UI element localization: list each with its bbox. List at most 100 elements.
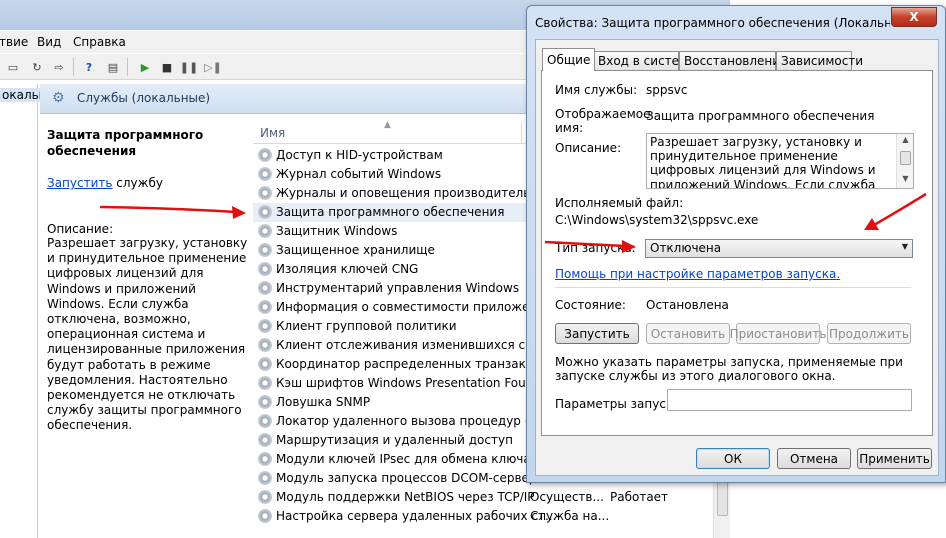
pause-icon[interactable]: ❚❚ bbox=[180, 58, 198, 76]
refresh-icon[interactable]: ↻ bbox=[28, 58, 46, 76]
service-gear-icon bbox=[258, 376, 272, 390]
service-state-value: Остановлена bbox=[646, 298, 729, 312]
service-gear-icon bbox=[258, 243, 272, 257]
service-name: Инструментарий управления Windows bbox=[276, 281, 520, 295]
start-service-line: Запустить службу bbox=[47, 176, 163, 190]
service-name: Клиент отслеживания изменившихся связей bbox=[276, 338, 562, 352]
service-name: Информация о совместимости приложен... bbox=[276, 300, 549, 314]
dialog-title: Свойства: Защита программного обеспечени… bbox=[535, 16, 890, 30]
service-gear-icon bbox=[258, 509, 272, 523]
service-gear-icon bbox=[258, 490, 272, 504]
startup-help-link[interactable]: Помощь при настройке параметров запуска. bbox=[555, 267, 840, 281]
start-parameters-hint: Можно указать параметры запуска, применя… bbox=[555, 355, 903, 383]
selected-service-title: Защита программного обеспечения bbox=[47, 128, 204, 158]
service-name: Доступ к HID-устройствам bbox=[276, 148, 443, 162]
service-row[interactable]: Модуль поддержки NetBIOS через TCP/IP Осу… bbox=[253, 488, 730, 507]
description-scrollbar[interactable]: ▲ ▼ bbox=[896, 134, 913, 188]
startup-type-label: Тип запуска: bbox=[555, 241, 636, 255]
tab-logon[interactable]: Вход в систему bbox=[593, 51, 695, 70]
service-gear-icon bbox=[258, 414, 272, 428]
display-name-label-2: имя: bbox=[555, 121, 584, 135]
service-name: Модуль запуска процессов DCOM-сервера bbox=[276, 471, 544, 485]
service-gear-icon bbox=[258, 300, 272, 314]
service-gear-icon bbox=[258, 167, 272, 181]
service-gear-icon bbox=[258, 148, 272, 162]
startup-type-value: Отключена bbox=[650, 241, 722, 255]
service-state-label: Состояние: bbox=[555, 298, 626, 312]
service-row[interactable]: Настройка сервера удаленных рабочих ст..… bbox=[253, 507, 730, 526]
export-icon[interactable]: ⇨ bbox=[50, 58, 68, 76]
tab-dependencies[interactable]: Зависимости bbox=[776, 51, 863, 70]
stop-button[interactable]: Остановить bbox=[646, 323, 730, 344]
start-service-link[interactable]: Запустить bbox=[47, 176, 112, 190]
column-header-name[interactable]: Имя bbox=[260, 126, 285, 140]
dialog-body: Общие Вход в систему Восстановление Зави… bbox=[535, 39, 939, 476]
service-gear-icon bbox=[258, 338, 272, 352]
apply-button[interactable]: Применить bbox=[857, 448, 932, 469]
console-tree: окальны bbox=[0, 84, 59, 538]
service-name: Защитник Windows bbox=[276, 224, 398, 238]
service-description: Осуществ... bbox=[530, 490, 604, 504]
service-name: Журналы и оповещения производительн... bbox=[276, 186, 550, 200]
service-name: Модуль поддержки NetBIOS через TCP/IP bbox=[276, 490, 535, 504]
help-icon[interactable]: ? bbox=[80, 58, 98, 76]
startup-type-select[interactable]: Отключена ▼ bbox=[645, 239, 913, 258]
tab-recovery[interactable]: Восстановление bbox=[679, 51, 787, 70]
start-service-suffix: службу bbox=[112, 176, 163, 190]
extended-description-panel: Защита программного обеспечения Запустит… bbox=[40, 115, 250, 538]
service-name: Координатор распределенных транзакций bbox=[276, 357, 550, 371]
start-parameters-input[interactable] bbox=[667, 389, 912, 411]
scroll-down-icon[interactable]: ▼ bbox=[897, 174, 914, 183]
description-label: Описание: bbox=[47, 222, 114, 236]
description-text: Разрешает загрузку, установку и принудит… bbox=[47, 236, 248, 433]
service-state: Работает bbox=[610, 490, 669, 504]
menu-action[interactable]: твие bbox=[0, 35, 28, 49]
service-gear-icon bbox=[258, 281, 272, 295]
service-gear-icon bbox=[258, 319, 272, 333]
tab-general[interactable]: Общие bbox=[542, 48, 596, 71]
description-label: Описание: bbox=[555, 141, 622, 155]
display-name-value: Защита программного обеспечения bbox=[646, 109, 875, 123]
play-icon[interactable]: ▶ bbox=[136, 58, 154, 76]
ok-button[interactable]: ОК bbox=[696, 448, 770, 469]
cancel-button[interactable]: Отмена bbox=[777, 448, 851, 469]
service-gear-icon bbox=[258, 395, 272, 409]
service-name: Защита программного обеспечения bbox=[276, 205, 505, 219]
description-box[interactable]: Разрешает загрузку, установку и принудит… bbox=[646, 133, 914, 189]
service-name: Клиент групповой политики bbox=[276, 319, 457, 333]
menu-help[interactable]: Справка bbox=[73, 35, 126, 49]
service-gear-icon bbox=[258, 262, 272, 276]
pause-button[interactable]: Приостановить bbox=[730, 323, 826, 344]
service-name: Защищенное хранилище bbox=[276, 243, 435, 257]
service-name: Кэш шрифтов Windows Presentation Foun... bbox=[276, 376, 545, 390]
close-button[interactable]: X bbox=[891, 7, 937, 27]
service-gear-icon bbox=[258, 224, 272, 238]
executable-path: C:\Windows\system32\sppsvc.exe bbox=[555, 213, 759, 227]
general-tab-panel: Имя службы: sppsvc Отображаемое имя: Защ… bbox=[541, 70, 933, 436]
dropdown-arrow-icon: ▼ bbox=[901, 242, 908, 251]
service-name: Изоляция ключей CNG bbox=[276, 262, 419, 276]
description-box-text: Разрешает загрузку, установку и принудит… bbox=[650, 135, 876, 189]
start-button[interactable]: Запустить bbox=[555, 323, 639, 344]
service-description: Служба на... bbox=[530, 509, 610, 523]
resume-button[interactable]: Продолжить bbox=[827, 323, 911, 344]
executable-label: Исполняемый файл: bbox=[555, 196, 684, 210]
close-icon: X bbox=[909, 10, 919, 24]
properties-icon[interactable]: ▤ bbox=[104, 58, 122, 76]
scrollbar-thumb[interactable] bbox=[900, 151, 911, 165]
display-name-label: Отображаемое bbox=[555, 107, 651, 121]
scroll-up-icon[interactable]: ▲ bbox=[897, 135, 914, 144]
service-name: Маршрутизация и удаленный доступ bbox=[276, 433, 513, 447]
gear-icon: ⚙ bbox=[52, 90, 65, 106]
menu-view[interactable]: Вид bbox=[37, 35, 61, 49]
service-properties-dialog: Свойства: Защита программного обеспечени… bbox=[526, 5, 946, 483]
stop-icon[interactable]: ■ bbox=[158, 58, 176, 76]
service-gear-icon bbox=[258, 433, 272, 447]
service-name: Локатор удаленного вызова процедур (RPC) bbox=[276, 414, 559, 428]
service-gear-icon bbox=[258, 186, 272, 200]
service-gear-icon bbox=[258, 452, 272, 466]
service-name: Модули ключей IPsec для обмена ключам... bbox=[276, 452, 552, 466]
console-tree-icon[interactable]: ▭ bbox=[4, 58, 22, 76]
restart-icon[interactable]: ▷❚ bbox=[204, 58, 222, 76]
service-name: Ловушка SNMP bbox=[276, 395, 371, 409]
